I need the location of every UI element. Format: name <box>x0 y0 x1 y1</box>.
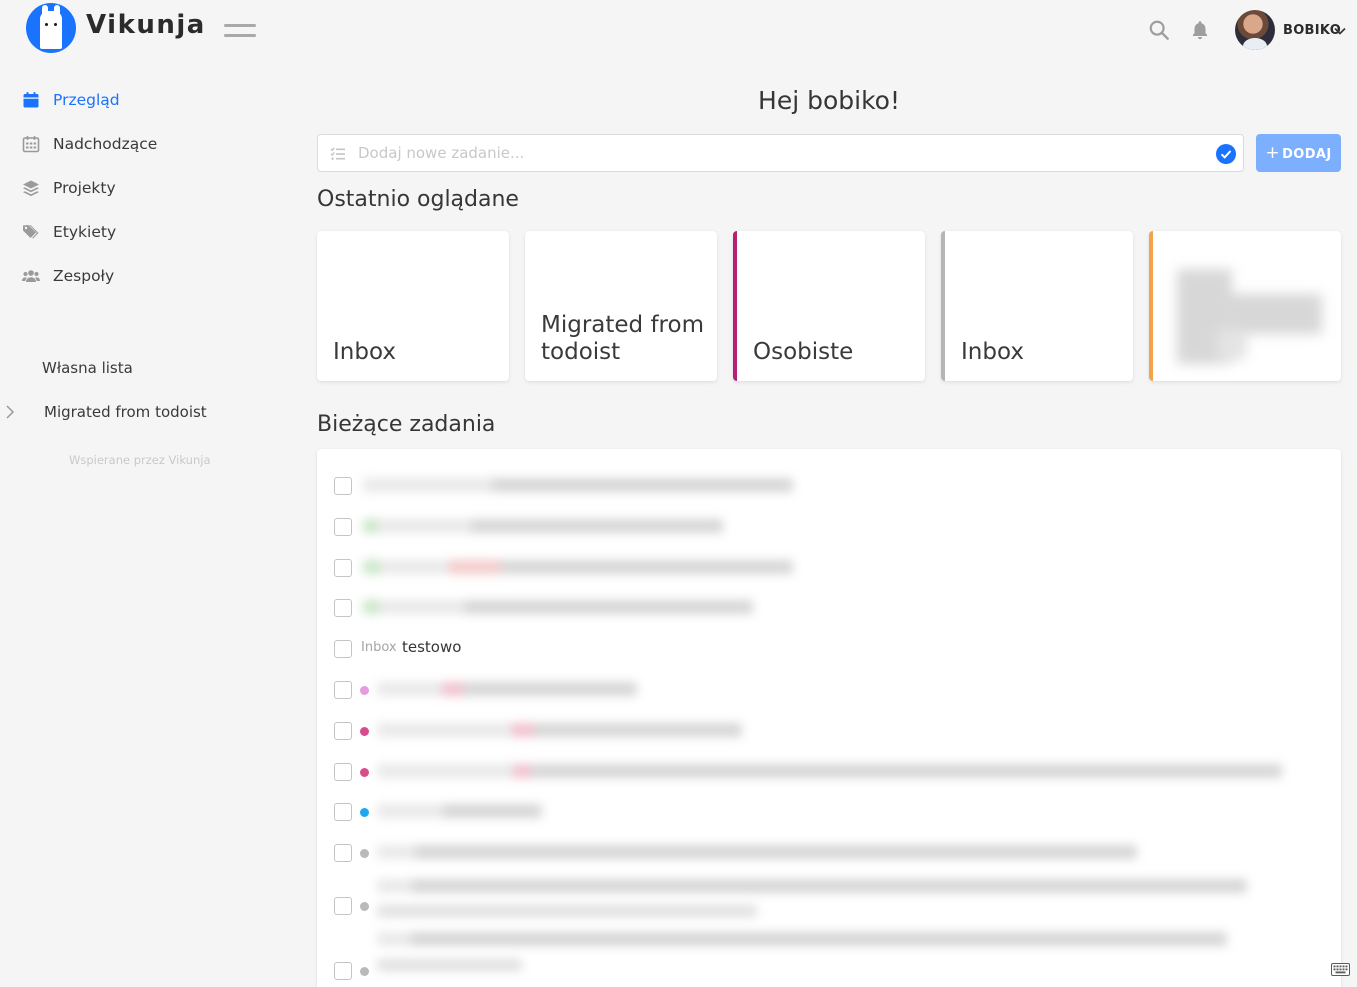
task-checkbox[interactable] <box>334 640 352 658</box>
current-tasks-heading: Bieżące zadania <box>317 412 496 437</box>
vikunja-logo[interactable] <box>26 3 76 53</box>
add-task-field <box>317 134 1244 172</box>
task-row[interactable] <box>317 661 1341 701</box>
powered-by[interactable]: Wspierane przez Vikunja <box>69 453 211 467</box>
sidebar-item-upcoming[interactable]: Nadchodzące <box>22 130 157 158</box>
calendar-grid-icon <box>22 136 40 153</box>
layers-icon <box>23 180 39 197</box>
users-icon <box>22 270 40 282</box>
task-checkbox[interactable] <box>334 477 352 495</box>
recent-project-card[interactable] <box>1149 231 1341 381</box>
task-checkbox[interactable] <box>334 763 352 781</box>
sidebar-list-migrated[interactable]: Migrated from todoist <box>44 403 207 421</box>
task-row[interactable] <box>317 783 1341 823</box>
recent-project-card[interactable]: Migrated from todoist <box>525 231 717 381</box>
plus-icon: + <box>1265 143 1281 163</box>
add-task-button[interactable]: + DODAJ <box>1256 134 1341 172</box>
project-color-bar <box>941 231 945 381</box>
sidebar-list-own[interactable]: Własna lista <box>42 359 133 377</box>
sidebar-item-projects[interactable]: Projekty <box>22 174 116 202</box>
project-color-dot <box>360 967 369 976</box>
sidebar-item-teams[interactable]: Zespoły <box>22 262 114 290</box>
sidebar-item-label: Przegląd <box>53 91 120 109</box>
keyboard-icon[interactable] <box>1331 963 1350 976</box>
task-row[interactable] <box>317 457 1341 497</box>
task-checkbox[interactable] <box>334 803 352 821</box>
tags-icon <box>23 225 39 239</box>
sidebar-item-overview[interactable]: Przegląd <box>22 86 120 114</box>
recent-project-card[interactable]: Osobiste <box>733 231 925 381</box>
current-tasks-list: Inbox testowo <box>317 449 1341 987</box>
task-list-icon <box>330 147 345 160</box>
task-row[interactable] <box>317 579 1341 619</box>
card-title: Migrated from todoist <box>541 312 704 365</box>
task-row[interactable] <box>317 877 1341 917</box>
sidebar-item-label: Zespoły <box>53 267 115 285</box>
project-color-dot <box>360 686 369 695</box>
task-row[interactable] <box>317 539 1341 579</box>
blurred-project-image <box>1177 269 1327 369</box>
user-avatar[interactable] <box>1235 10 1275 50</box>
task-row[interactable] <box>317 498 1341 538</box>
task-checkbox[interactable] <box>334 681 352 699</box>
bell-icon[interactable] <box>1189 19 1211 41</box>
card-title: Osobiste <box>753 339 854 365</box>
task-checkbox[interactable] <box>334 722 352 740</box>
project-color-dot <box>360 727 369 736</box>
project-color-bar <box>733 231 737 381</box>
task-row[interactable] <box>317 702 1341 742</box>
project-color-dot <box>360 902 369 911</box>
project-color-bar <box>1149 231 1153 381</box>
task-checkbox[interactable] <box>334 559 352 577</box>
menu-toggle-icon[interactable] <box>224 24 256 38</box>
recent-project-card[interactable]: Inbox <box>317 231 509 381</box>
task-row[interactable] <box>317 743 1341 783</box>
page-title: Hej bobiko! <box>758 86 900 115</box>
task-project: Inbox <box>361 640 397 655</box>
task-checkbox[interactable] <box>334 897 352 915</box>
add-task-input[interactable] <box>358 135 1208 171</box>
task-checkbox[interactable] <box>334 962 352 980</box>
search-icon[interactable] <box>1148 19 1170 41</box>
sidebar-item-label: Etykiety <box>53 223 117 241</box>
project-color-dot <box>360 849 369 858</box>
task-row[interactable]: Inbox testowo <box>317 620 1341 660</box>
task-checkbox[interactable] <box>334 518 352 536</box>
calendar-icon <box>23 92 39 108</box>
task-row[interactable] <box>317 932 1341 982</box>
recent-heading: Ostatnio oglądane <box>317 187 519 212</box>
project-color-dot <box>360 768 369 777</box>
card-title: Inbox <box>961 339 1024 365</box>
recent-project-card[interactable]: Inbox <box>941 231 1133 381</box>
sidebar-item-label: Nadchodzące <box>53 135 158 153</box>
task-title: testowo <box>402 638 462 656</box>
task-checkbox[interactable] <box>334 844 352 862</box>
card-title: Inbox <box>333 339 396 365</box>
brand-name[interactable]: Vikunja <box>86 10 206 40</box>
check-circle-icon[interactable] <box>1216 144 1236 164</box>
sidebar-item-label: Projekty <box>53 179 116 197</box>
task-checkbox[interactable] <box>334 599 352 617</box>
task-row[interactable] <box>317 824 1341 864</box>
chevron-right-icon[interactable] <box>4 403 16 421</box>
sidebar-item-labels[interactable]: Etykiety <box>22 218 116 246</box>
chevron-down-icon[interactable] <box>1333 24 1347 38</box>
project-color-dot <box>360 808 369 817</box>
